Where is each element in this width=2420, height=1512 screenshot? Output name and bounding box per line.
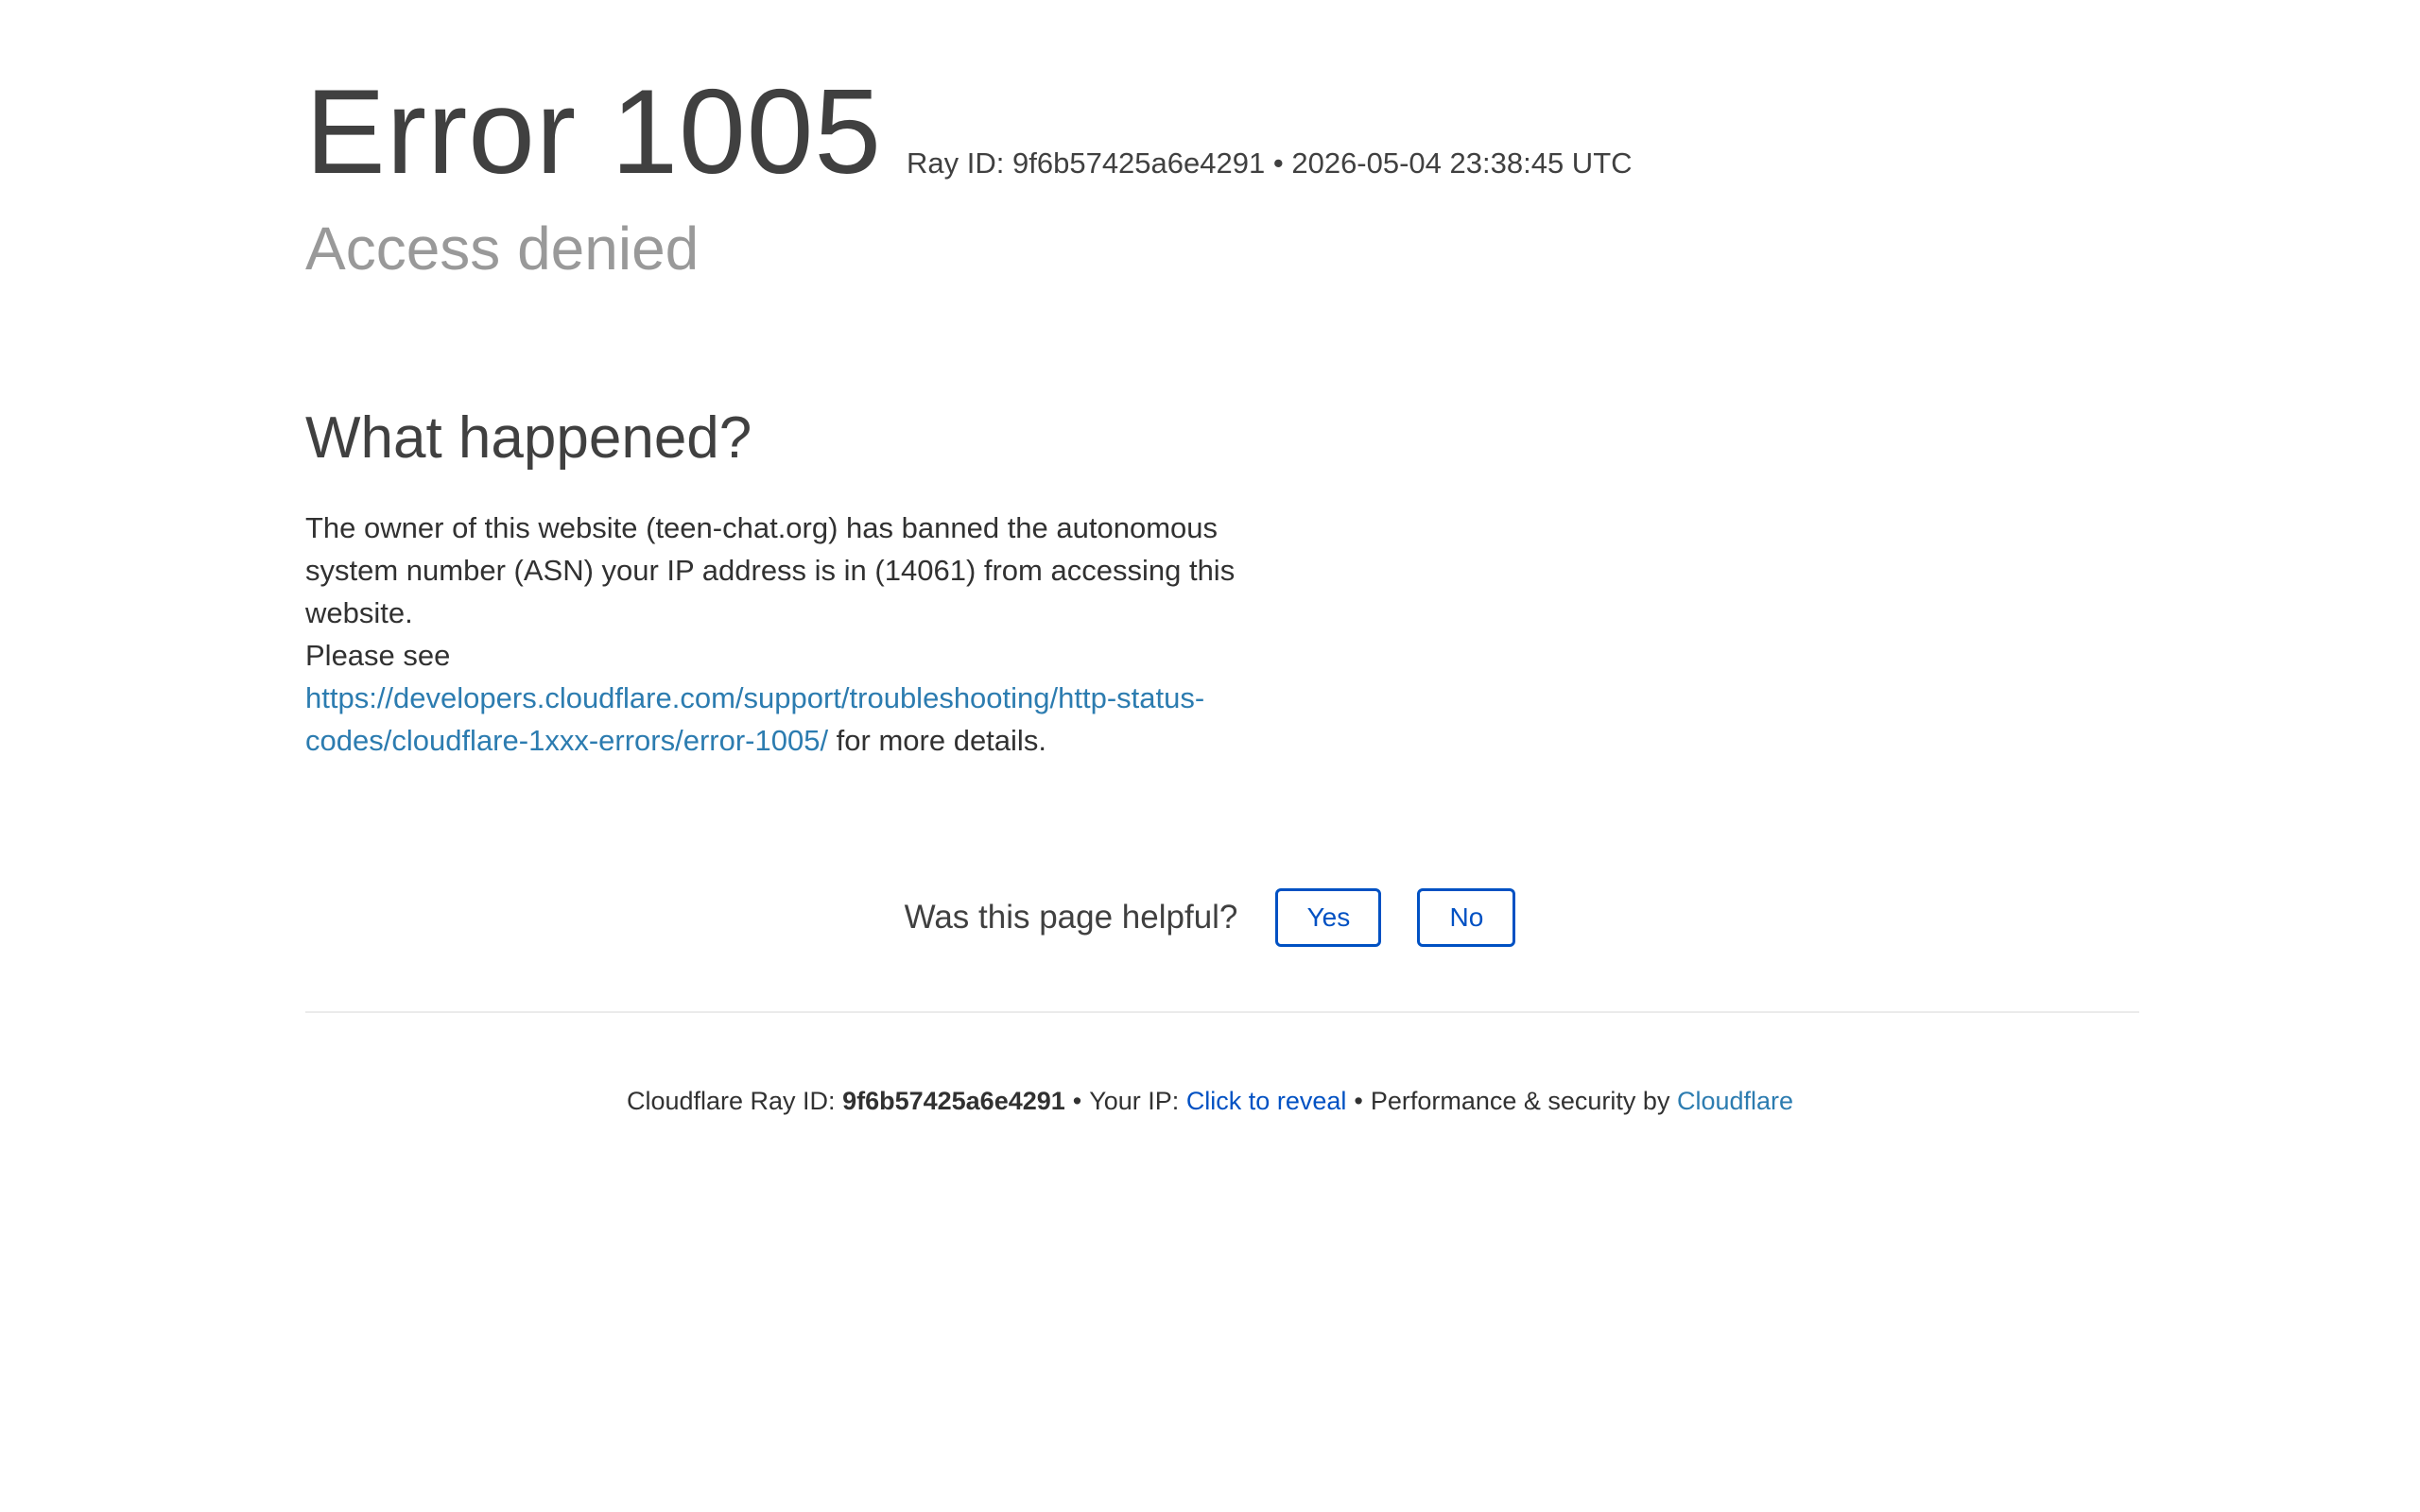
what-happened-heading: What happened? (305, 405, 752, 471)
footer: Cloudflare Ray ID: 9f6b57425a6e4291 • Your… (0, 1087, 2420, 1116)
footer-perf-label: Performance & security by (1370, 1087, 1677, 1115)
error-subtitle: Access denied (305, 215, 700, 283)
footer-divider (305, 1011, 2139, 1013)
feedback-no-button[interactable]: No (1417, 888, 1516, 947)
description-text: The owner of this website (teen-chat.org… (305, 511, 1236, 629)
more-details-text: for more details. (828, 724, 1046, 757)
error-description: The owner of this website (teen-chat.org… (305, 507, 1251, 762)
footer-separator: • (1072, 1087, 1082, 1115)
documentation-link[interactable]: https://developers.cloudflare.com/suppor… (305, 681, 1204, 757)
ray-prefix: Ray ID: (907, 146, 1012, 180)
ray-separator: • (1272, 146, 1284, 180)
feedback-yes-button[interactable]: Yes (1275, 888, 1382, 947)
footer-separator: • (1354, 1087, 1363, 1115)
footer-ip-label: Your IP: (1089, 1087, 1186, 1115)
error-title: Error 1005 (305, 64, 883, 198)
feedback-question: Was this page helpful? (904, 899, 1238, 936)
footer-ray-label: Cloudflare Ray ID: (626, 1087, 843, 1115)
error-header: Error 1005 Ray ID: 9f6b57425a6e4291 • 202… (305, 64, 1633, 198)
cloudflare-link[interactable]: Cloudflare (1677, 1087, 1793, 1115)
ray-info: Ray ID: 9f6b57425a6e4291 • 2026-05-04 23… (907, 146, 1633, 180)
reveal-ip-button[interactable]: Click to reveal (1186, 1087, 1347, 1115)
feedback-section: Was this page helpful? Yes No (0, 888, 2420, 947)
ray-id: 9f6b57425a6e4291 (1012, 146, 1266, 180)
footer-ray-id: 9f6b57425a6e4291 (842, 1087, 1065, 1115)
error-page: Error 1005 Ray ID: 9f6b57425a6e4291 • 202… (0, 0, 2420, 1512)
please-see-text: Please see (305, 639, 451, 672)
ray-timestamp: 2026-05-04 23:38:45 UTC (1291, 146, 1633, 180)
